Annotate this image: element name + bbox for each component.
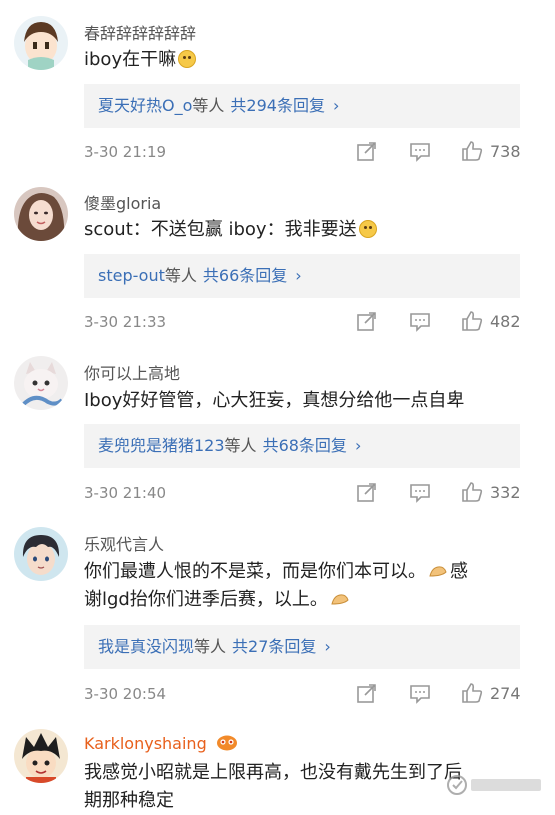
reply-users[interactable]: 我是真没闪现 [98, 637, 194, 656]
comment-icon[interactable] [408, 682, 432, 706]
like-count: 738 [490, 142, 521, 161]
reply-users[interactable]: 夏天好热O_o [98, 96, 192, 115]
comment-text: scout：不送包赢 iboy：我非要送 [84, 216, 533, 244]
comment-text: iboy在干嘛 [84, 46, 533, 74]
avatar[interactable] [14, 187, 68, 241]
username[interactable]: 傻墨gloria [84, 190, 161, 214]
username-text: Karklonyshaing [84, 734, 207, 753]
timestamp: 3-30 21:19 [84, 143, 167, 161]
thumbs-up-icon[interactable] [460, 480, 484, 504]
comment-text: 你们最遭人恨的不是菜，而是你们本可以。 感 谢lgd抬你们进季后赛，以上。 [84, 558, 533, 614]
comment-text-line: 谢lgd抬你们进季后赛，以上。 [84, 586, 533, 614]
timestamp: 3-30 20:54 [84, 685, 167, 703]
comment-text-body: scout：不送包赢 iboy：我非要送 [84, 219, 357, 240]
avatar[interactable] [14, 356, 68, 410]
comment-text-line1-tail: 感 [450, 561, 468, 582]
reply-count[interactable]: 共66条回复 [203, 266, 287, 285]
reply-suffix: 等人 [224, 436, 257, 455]
cartoon-child-avatar-icon [14, 16, 68, 70]
vip-crown-icon [216, 735, 237, 751]
thumbs-up-icon[interactable] [460, 139, 484, 163]
comment-icon[interactable] [408, 140, 432, 164]
reply-users[interactable]: 麦兜兜是猪猪123 [98, 436, 225, 455]
username[interactable]: 春辞辞辞辞辞辞 [84, 20, 196, 44]
chevron-right-icon: › [354, 436, 362, 455]
thumbs-up-icon[interactable] [460, 681, 484, 705]
share-icon[interactable] [355, 481, 379, 505]
cat-avatar-icon [14, 356, 68, 410]
share-icon[interactable] [355, 310, 379, 334]
reply-summary[interactable]: 我是真没闪现等人 共27条回复 › [84, 625, 520, 669]
clap-emoji-icon [429, 566, 447, 577]
reply-suffix: 等人 [164, 266, 197, 285]
reply-summary[interactable]: step-out等人 共66条回复 › [84, 254, 520, 298]
girl-photo-avatar-icon [14, 187, 68, 241]
username[interactable]: 乐观代言人 [84, 531, 164, 555]
comment-text: Iboy好好管管，心大狂妄，真想分给他一点自卑 [84, 390, 465, 411]
chevron-right-icon: › [324, 637, 331, 656]
share-icon[interactable] [355, 682, 379, 706]
comment-text-line2: 谢lgd抬你们进季后赛，以上。 [84, 589, 328, 610]
username[interactable]: 你可以上高地 [84, 360, 180, 384]
reply-count[interactable]: 共294条回复 [230, 96, 325, 115]
comment-text-line1: 你们最遭人恨的不是菜，而是你们本可以。 [84, 561, 426, 582]
clap-emoji-icon [331, 594, 349, 605]
smile-emoji-icon [358, 220, 377, 238]
reply-count[interactable]: 共68条回复 [263, 436, 347, 455]
anime-boy-avatar-icon [14, 527, 68, 581]
thumbs-up-icon[interactable] [460, 309, 484, 333]
comment-icon[interactable] [408, 481, 432, 505]
reply-summary[interactable]: 夏天好热O_o等人 共294条回复 › [84, 84, 520, 128]
username[interactable]: Karklonyshaing [84, 733, 238, 753]
reply-suffix: 等人 [192, 96, 225, 115]
timestamp: 3-30 21:40 [84, 484, 167, 502]
comment-icon[interactable] [408, 310, 432, 334]
timestamp: 3-30 21:33 [84, 313, 167, 331]
avatar[interactable] [14, 729, 68, 783]
like-count: 332 [490, 483, 521, 502]
chevron-right-icon: › [295, 266, 302, 285]
reply-users[interactable]: step-out [98, 266, 165, 285]
like-count: 482 [490, 312, 521, 331]
headline-q-and-a-watermark-icon [447, 775, 541, 795]
avatar[interactable] [14, 16, 68, 70]
avatar[interactable] [14, 527, 68, 581]
comment-feed: 春辞辞辞辞辞辞 iboy在干嘛 夏天好热O_o等人 共294条回复 › 3-30 2… [0, 0, 555, 811]
reply-count[interactable]: 共27条回复 [232, 637, 316, 656]
share-icon[interactable] [355, 140, 379, 164]
like-count: 274 [490, 684, 521, 703]
smile-emoji-icon [178, 50, 197, 68]
comment-text-body: iboy在干嘛 [84, 49, 177, 70]
chevron-right-icon: › [332, 96, 340, 115]
reply-suffix: 等人 [194, 637, 227, 656]
comment-text-line: 你们最遭人恨的不是菜，而是你们本可以。 感 [84, 558, 533, 586]
reply-summary[interactable]: 麦兜兜是猪猪123等人 共68条回复 › [84, 424, 520, 468]
anime-character-avatar-icon [14, 729, 68, 783]
